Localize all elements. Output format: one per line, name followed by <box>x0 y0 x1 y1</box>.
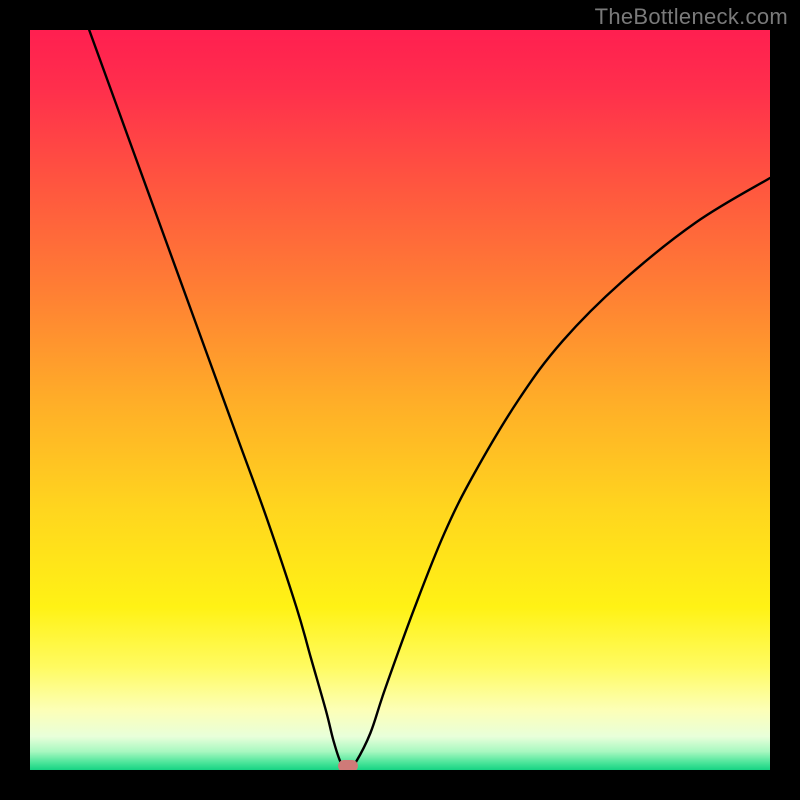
bottleneck-curve <box>30 30 770 770</box>
chart-frame: TheBottleneck.com <box>0 0 800 800</box>
optimum-marker <box>338 760 358 770</box>
plot-area <box>30 30 770 770</box>
watermark-text: TheBottleneck.com <box>595 4 788 30</box>
